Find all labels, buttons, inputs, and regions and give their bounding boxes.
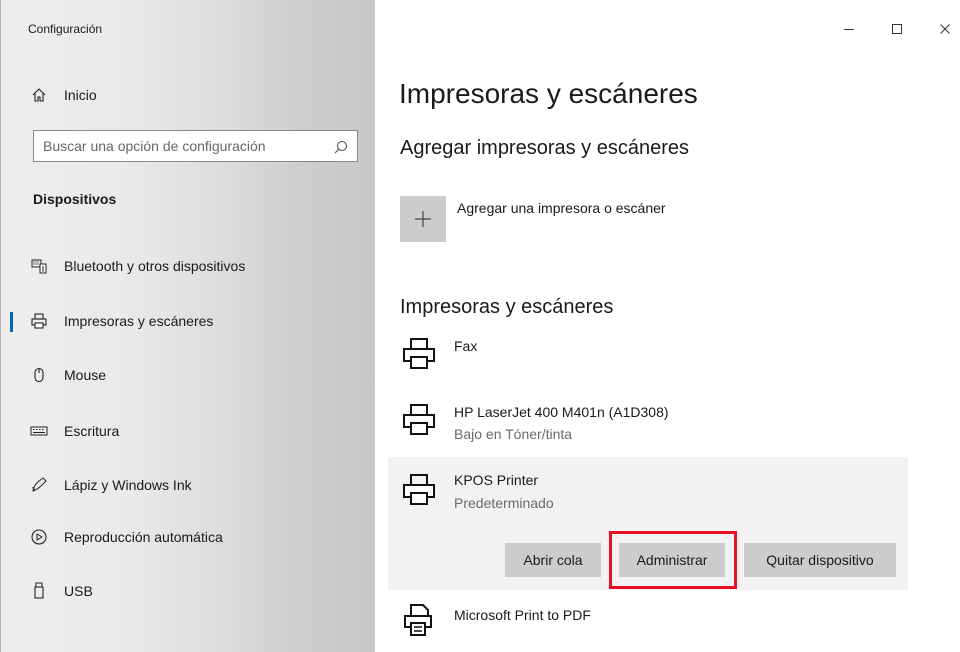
mouse-icon bbox=[29, 365, 49, 385]
remove-device-button[interactable]: Quitar dispositivo bbox=[744, 543, 896, 577]
close-button[interactable] bbox=[930, 14, 960, 44]
sidebar-item-bluetooth[interactable]: Bluetooth y otros dispositivos bbox=[1, 251, 376, 281]
page-title: Impresoras y escáneres bbox=[399, 78, 698, 109]
minimize-icon bbox=[844, 29, 854, 30]
selection-indicator bbox=[10, 312, 13, 332]
printer-name: KPOS Printer bbox=[454, 472, 539, 488]
search-input[interactable] bbox=[34, 131, 324, 161]
keyboard-icon bbox=[29, 421, 49, 441]
printer-name: HP LaserJet 400 M401n (A1D308) bbox=[454, 404, 669, 420]
printer-icon bbox=[401, 472, 437, 508]
printer-status: Bajo en Tóner/tinta bbox=[454, 426, 573, 442]
section-label: Dispositivos bbox=[33, 191, 117, 207]
sidebar-item-label: Bluetooth y otros dispositivos bbox=[64, 258, 246, 274]
sidebar-item-label: Lápiz y Windows Ink bbox=[64, 477, 192, 493]
sidebar-item-label: Inicio bbox=[64, 87, 97, 103]
minimize-button[interactable] bbox=[834, 14, 864, 44]
printer-icon bbox=[401, 402, 437, 438]
sidebar: Configuración Inicio Dispositivos Blueto… bbox=[0, 0, 375, 652]
printer-item-fax[interactable]: Fax bbox=[388, 336, 908, 386]
sidebar-item-label: Mouse bbox=[64, 367, 107, 383]
pen-icon bbox=[29, 475, 49, 495]
search-icon[interactable] bbox=[333, 139, 349, 155]
printers-list-title: Impresoras y escáneres bbox=[400, 296, 614, 318]
maximize-button[interactable] bbox=[882, 14, 912, 44]
sidebar-item-autoplay[interactable]: Reproducción automática bbox=[1, 522, 376, 552]
open-queue-button[interactable]: Abrir cola bbox=[505, 543, 601, 577]
printer-icon bbox=[29, 311, 49, 331]
sidebar-item-label: Escritura bbox=[64, 423, 120, 439]
sidebar-item-mouse[interactable]: Mouse bbox=[1, 360, 376, 390]
sidebar-item-label: USB bbox=[64, 583, 93, 599]
add-printer-label[interactable]: Agregar una impresora o escáner bbox=[457, 200, 666, 216]
printer-name: Microsoft Print to PDF bbox=[454, 607, 591, 623]
pdf-printer-icon bbox=[401, 602, 437, 638]
sidebar-item-printers[interactable]: Impresoras y escáneres bbox=[1, 306, 376, 336]
manage-highlight-box bbox=[609, 531, 737, 589]
sidebar-item-typing[interactable]: Escritura bbox=[1, 416, 376, 446]
printer-icon bbox=[401, 336, 437, 372]
sidebar-item-pen[interactable]: Lápiz y Windows Ink bbox=[1, 470, 376, 500]
sidebar-item-label: Reproducción automática bbox=[64, 529, 223, 545]
printer-status: Predeterminado bbox=[454, 495, 554, 511]
autoplay-icon bbox=[29, 527, 49, 547]
sidebar-item-label: Impresoras y escáneres bbox=[64, 313, 214, 329]
bluetooth-devices-icon bbox=[29, 256, 49, 276]
plus-icon bbox=[415, 211, 431, 227]
add-printer-button[interactable] bbox=[400, 196, 446, 242]
home-icon bbox=[29, 85, 49, 105]
maximize-icon bbox=[892, 24, 902, 34]
close-icon bbox=[940, 24, 950, 34]
app-title: Configuración bbox=[28, 22, 103, 36]
usb-icon bbox=[29, 581, 49, 601]
printer-name: Fax bbox=[454, 338, 478, 354]
sidebar-item-home[interactable]: Inicio bbox=[1, 80, 376, 110]
printer-item-hp[interactable]: HP LaserJet 400 M401n (A1D308) Bajo en T… bbox=[388, 402, 908, 452]
add-section-title: Agregar impresoras y escáneres bbox=[400, 137, 690, 159]
printer-item-pdf[interactable]: Microsoft Print to PDF bbox=[388, 602, 908, 652]
search-box[interactable] bbox=[33, 130, 358, 162]
sidebar-item-usb[interactable]: USB bbox=[1, 576, 376, 606]
